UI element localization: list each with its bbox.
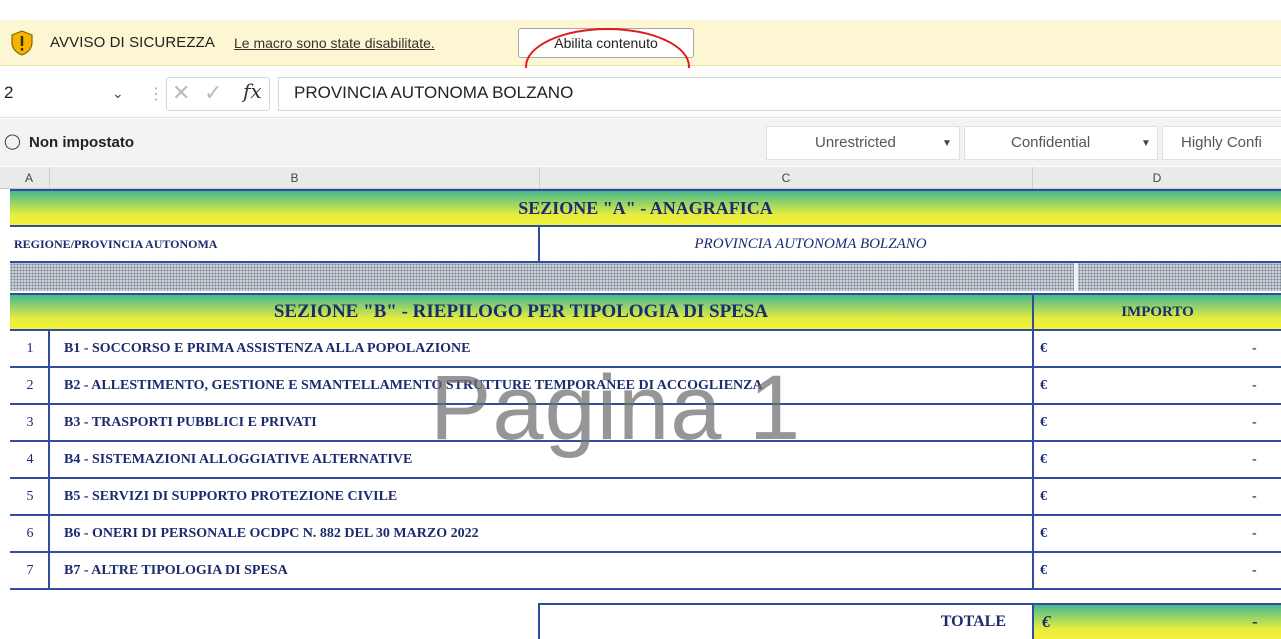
section-b-title: SEZIONE "B" - RIEPILOGO PER TIPOLOGIA DI… <box>273 301 769 322</box>
table-row[interactable]: 6 B6 - ONERI DI PERSONALE OCDPC N. 882 DE… <box>10 516 1281 551</box>
row-number: 1 <box>26 341 34 356</box>
sensitivity-bar: ◯ Non impostato Unrestricted ▼ Confident… <box>0 119 1281 166</box>
caret-down-icon: ▼ <box>942 138 952 149</box>
row-amount: - <box>1252 341 1257 356</box>
total-label: TOTALE <box>940 613 1006 630</box>
row-number: 6 <box>26 526 34 541</box>
check-icon[interactable]: ✓ <box>204 80 222 106</box>
row-amount: - <box>1252 415 1257 430</box>
table-row[interactable]: 7 B7 - ALTRE TIPOLOGIA DI SPESA € - <box>10 553 1281 588</box>
formula-bar: 2 ⌄ ⋮ ✕ ✓ fx PROVINCIA AUTONOMA BOLZANO <box>0 68 1281 118</box>
column-header-c[interactable]: C <box>540 167 1033 189</box>
row-currency: € <box>1040 341 1047 356</box>
total-amount: - <box>1252 612 1258 631</box>
row-number: 5 <box>26 489 34 504</box>
dotted-separator-row <box>10 263 1281 291</box>
row-amount: - <box>1252 378 1257 393</box>
top-strip <box>0 0 1281 20</box>
sensitivity-status: Non impostato <box>29 134 134 151</box>
section-a-title: SEZIONE "A" - ANAGRAFICA <box>518 198 773 218</box>
label-tag-icon: ◯ <box>4 133 21 150</box>
sensitivity-option-label: Highly Confi <box>1181 134 1262 151</box>
row-currency: € <box>1040 526 1047 541</box>
function-icon[interactable]: fx <box>243 79 262 103</box>
row-amount: - <box>1252 526 1257 541</box>
formula-text: PROVINCIA AUTONOMA BOLZANO <box>294 83 574 102</box>
table-row[interactable]: 5 B5 - SERVIZI DI SUPPORTO PROTEZIONE CIV… <box>10 479 1281 514</box>
section-b-header[interactable]: SEZIONE "B" - RIEPILOGO PER TIPOLOGIA DI… <box>10 295 1281 329</box>
border-line <box>538 603 1281 605</box>
row-number: 7 <box>26 563 34 578</box>
row-amount: - <box>1252 563 1257 578</box>
sensitivity-unrestricted[interactable]: Unrestricted ▼ <box>766 126 960 160</box>
row-description: B6 - ONERI DI PERSONALE OCDPC N. 882 DEL… <box>64 526 479 541</box>
region-row[interactable]: REGIONE/PROVINCIA AUTONOMA PROVINCIA AUT… <box>10 227 1281 261</box>
column-header-b[interactable]: B <box>50 167 540 189</box>
row-description: B1 - SOCCORSO E PRIMA ASSISTENZA ALLA PO… <box>64 341 471 356</box>
row-amount: - <box>1252 452 1257 467</box>
total-row[interactable]: TOTALE € - <box>10 605 1281 639</box>
caret-down-icon: ▼ <box>1141 138 1151 149</box>
column-header-row: A B C D <box>0 167 1281 189</box>
region-label: REGIONE/PROVINCIA AUTONOMA <box>14 237 218 251</box>
row-number: 2 <box>26 378 34 393</box>
security-warning-bar: AVVISO DI SICUREZZA Le macro sono state … <box>0 20 1281 105</box>
sensitivity-highly-confidential[interactable]: Highly Confi <box>1162 126 1281 160</box>
table-row[interactable]: 2 B2 - ALLESTIMENTO, GESTIONE E SMANTELLA… <box>10 368 1281 403</box>
row-description: B5 - SERVIZI DI SUPPORTO PROTEZIONE CIVI… <box>64 489 398 504</box>
spreadsheet-grid: SEZIONE "A" - ANAGRAFICA REGIONE/PROVINC… <box>10 189 1281 639</box>
cancel-icon[interactable]: ✕ <box>172 80 190 106</box>
sensitivity-option-label: Confidential <box>1011 134 1091 151</box>
column-header-a-cell[interactable] <box>10 167 50 189</box>
chevron-down-icon[interactable]: ⌄ <box>112 85 124 102</box>
column-header-d[interactable]: D <box>1033 167 1281 189</box>
table-row[interactable]: 3 B3 - TRASPORTI PUBBLICI E PRIVATI € - <box>10 405 1281 440</box>
total-amount-cell[interactable]: € - <box>1034 605 1281 639</box>
total-currency: € <box>1042 612 1051 631</box>
name-box[interactable]: 2 <box>4 83 13 103</box>
row-number: 3 <box>26 415 34 430</box>
row-currency: € <box>1040 415 1047 430</box>
macros-disabled-link[interactable]: Le macro sono state disabilitate. <box>234 35 435 51</box>
table-row[interactable]: 4 B4 - SISTEMAZIONI ALLOGGIATIVE ALTERNAT… <box>10 442 1281 477</box>
border-line <box>10 588 1281 590</box>
row-description: B7 - ALTRE TIPOLOGIA DI SPESA <box>64 563 288 578</box>
row-description: B2 - ALLESTIMENTO, GESTIONE E SMANTELLAM… <box>64 378 763 393</box>
region-value: PROVINCIA AUTONOMA BOLZANO <box>694 236 927 252</box>
table-row[interactable]: 1 B1 - SOCCORSO E PRIMA ASSISTENZA ALLA P… <box>10 331 1281 366</box>
row-currency: € <box>1040 563 1047 578</box>
shield-warning-icon <box>11 30 33 56</box>
sensitivity-option-label: Unrestricted <box>815 134 896 151</box>
section-a-header[interactable]: SEZIONE "A" - ANAGRAFICA <box>10 191 1281 225</box>
security-warning-title: AVVISO DI SICUREZZA <box>50 34 215 51</box>
row-currency: € <box>1040 378 1047 393</box>
row-number: 4 <box>26 452 34 467</box>
row-currency: € <box>1040 452 1047 467</box>
row-description: B4 - SISTEMAZIONI ALLOGGIATIVE ALTERNATI… <box>64 452 413 467</box>
row-currency: € <box>1040 489 1047 504</box>
more-options-icon[interactable]: ⋮ <box>148 84 164 104</box>
row-description: B3 - TRASPORTI PUBBLICI E PRIVATI <box>64 415 317 430</box>
amount-header: IMPORTO <box>1121 304 1194 320</box>
separator-gap <box>1074 263 1078 291</box>
row-amount: - <box>1252 489 1257 504</box>
sensitivity-confidential[interactable]: Confidential ▼ <box>964 126 1158 160</box>
enable-content-button[interactable]: Abilita contenuto <box>518 28 694 58</box>
